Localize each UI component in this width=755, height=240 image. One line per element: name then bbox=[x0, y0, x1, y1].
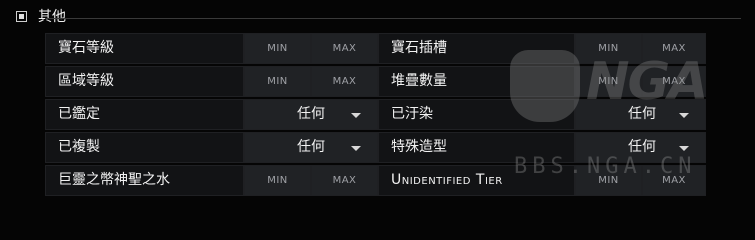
section-header: 其他 bbox=[16, 6, 66, 26]
filter-label: 寶石插槽 bbox=[378, 33, 575, 64]
filter-label: 巨靈之幣神聖之水 bbox=[45, 165, 244, 196]
min-input[interactable]: MIN bbox=[575, 165, 642, 196]
select-value: 任何 bbox=[297, 139, 325, 155]
alternate-art-select[interactable]: 任何 bbox=[575, 132, 706, 163]
filter-label: 已鑑定 bbox=[45, 99, 244, 130]
select-value: 任何 bbox=[628, 106, 656, 122]
min-input[interactable]: MIN bbox=[575, 33, 642, 64]
min-input[interactable]: MIN bbox=[244, 66, 311, 97]
dropdown-arrow-icon bbox=[679, 146, 689, 151]
filter-label: 區域等級 bbox=[45, 66, 244, 97]
dropdown-arrow-icon bbox=[679, 113, 689, 118]
filter-label: 已複製 bbox=[45, 132, 244, 163]
select-value: 任何 bbox=[628, 139, 656, 155]
corrupted-select[interactable]: 任何 bbox=[575, 99, 706, 130]
select-value: 任何 bbox=[297, 106, 325, 122]
max-input[interactable]: MAX bbox=[642, 165, 706, 196]
identified-select[interactable]: 任何 bbox=[244, 99, 378, 130]
mirrored-select[interactable]: 任何 bbox=[244, 132, 378, 163]
max-input[interactable]: MAX bbox=[642, 33, 706, 64]
max-input[interactable]: MAX bbox=[642, 66, 706, 97]
filter-label: 已汙染 bbox=[378, 99, 575, 130]
filter-label: 特殊造型 bbox=[378, 132, 575, 163]
filter-label: Unidentified Tier bbox=[378, 165, 575, 196]
section-title: 其他 bbox=[38, 9, 66, 25]
filter-label: 堆疊數量 bbox=[378, 66, 575, 97]
filter-label: 寶石等級 bbox=[45, 33, 244, 64]
min-input[interactable]: MIN bbox=[575, 66, 642, 97]
min-input[interactable]: MIN bbox=[244, 165, 311, 196]
section-toggle-checkbox[interactable] bbox=[16, 10, 27, 22]
min-input[interactable]: MIN bbox=[244, 33, 311, 64]
dropdown-arrow-icon bbox=[351, 146, 361, 151]
max-input[interactable]: MAX bbox=[311, 66, 378, 97]
max-input[interactable]: MAX bbox=[311, 165, 378, 196]
dropdown-arrow-icon bbox=[351, 113, 361, 118]
max-input[interactable]: MAX bbox=[311, 33, 378, 64]
section-divider bbox=[45, 18, 741, 19]
